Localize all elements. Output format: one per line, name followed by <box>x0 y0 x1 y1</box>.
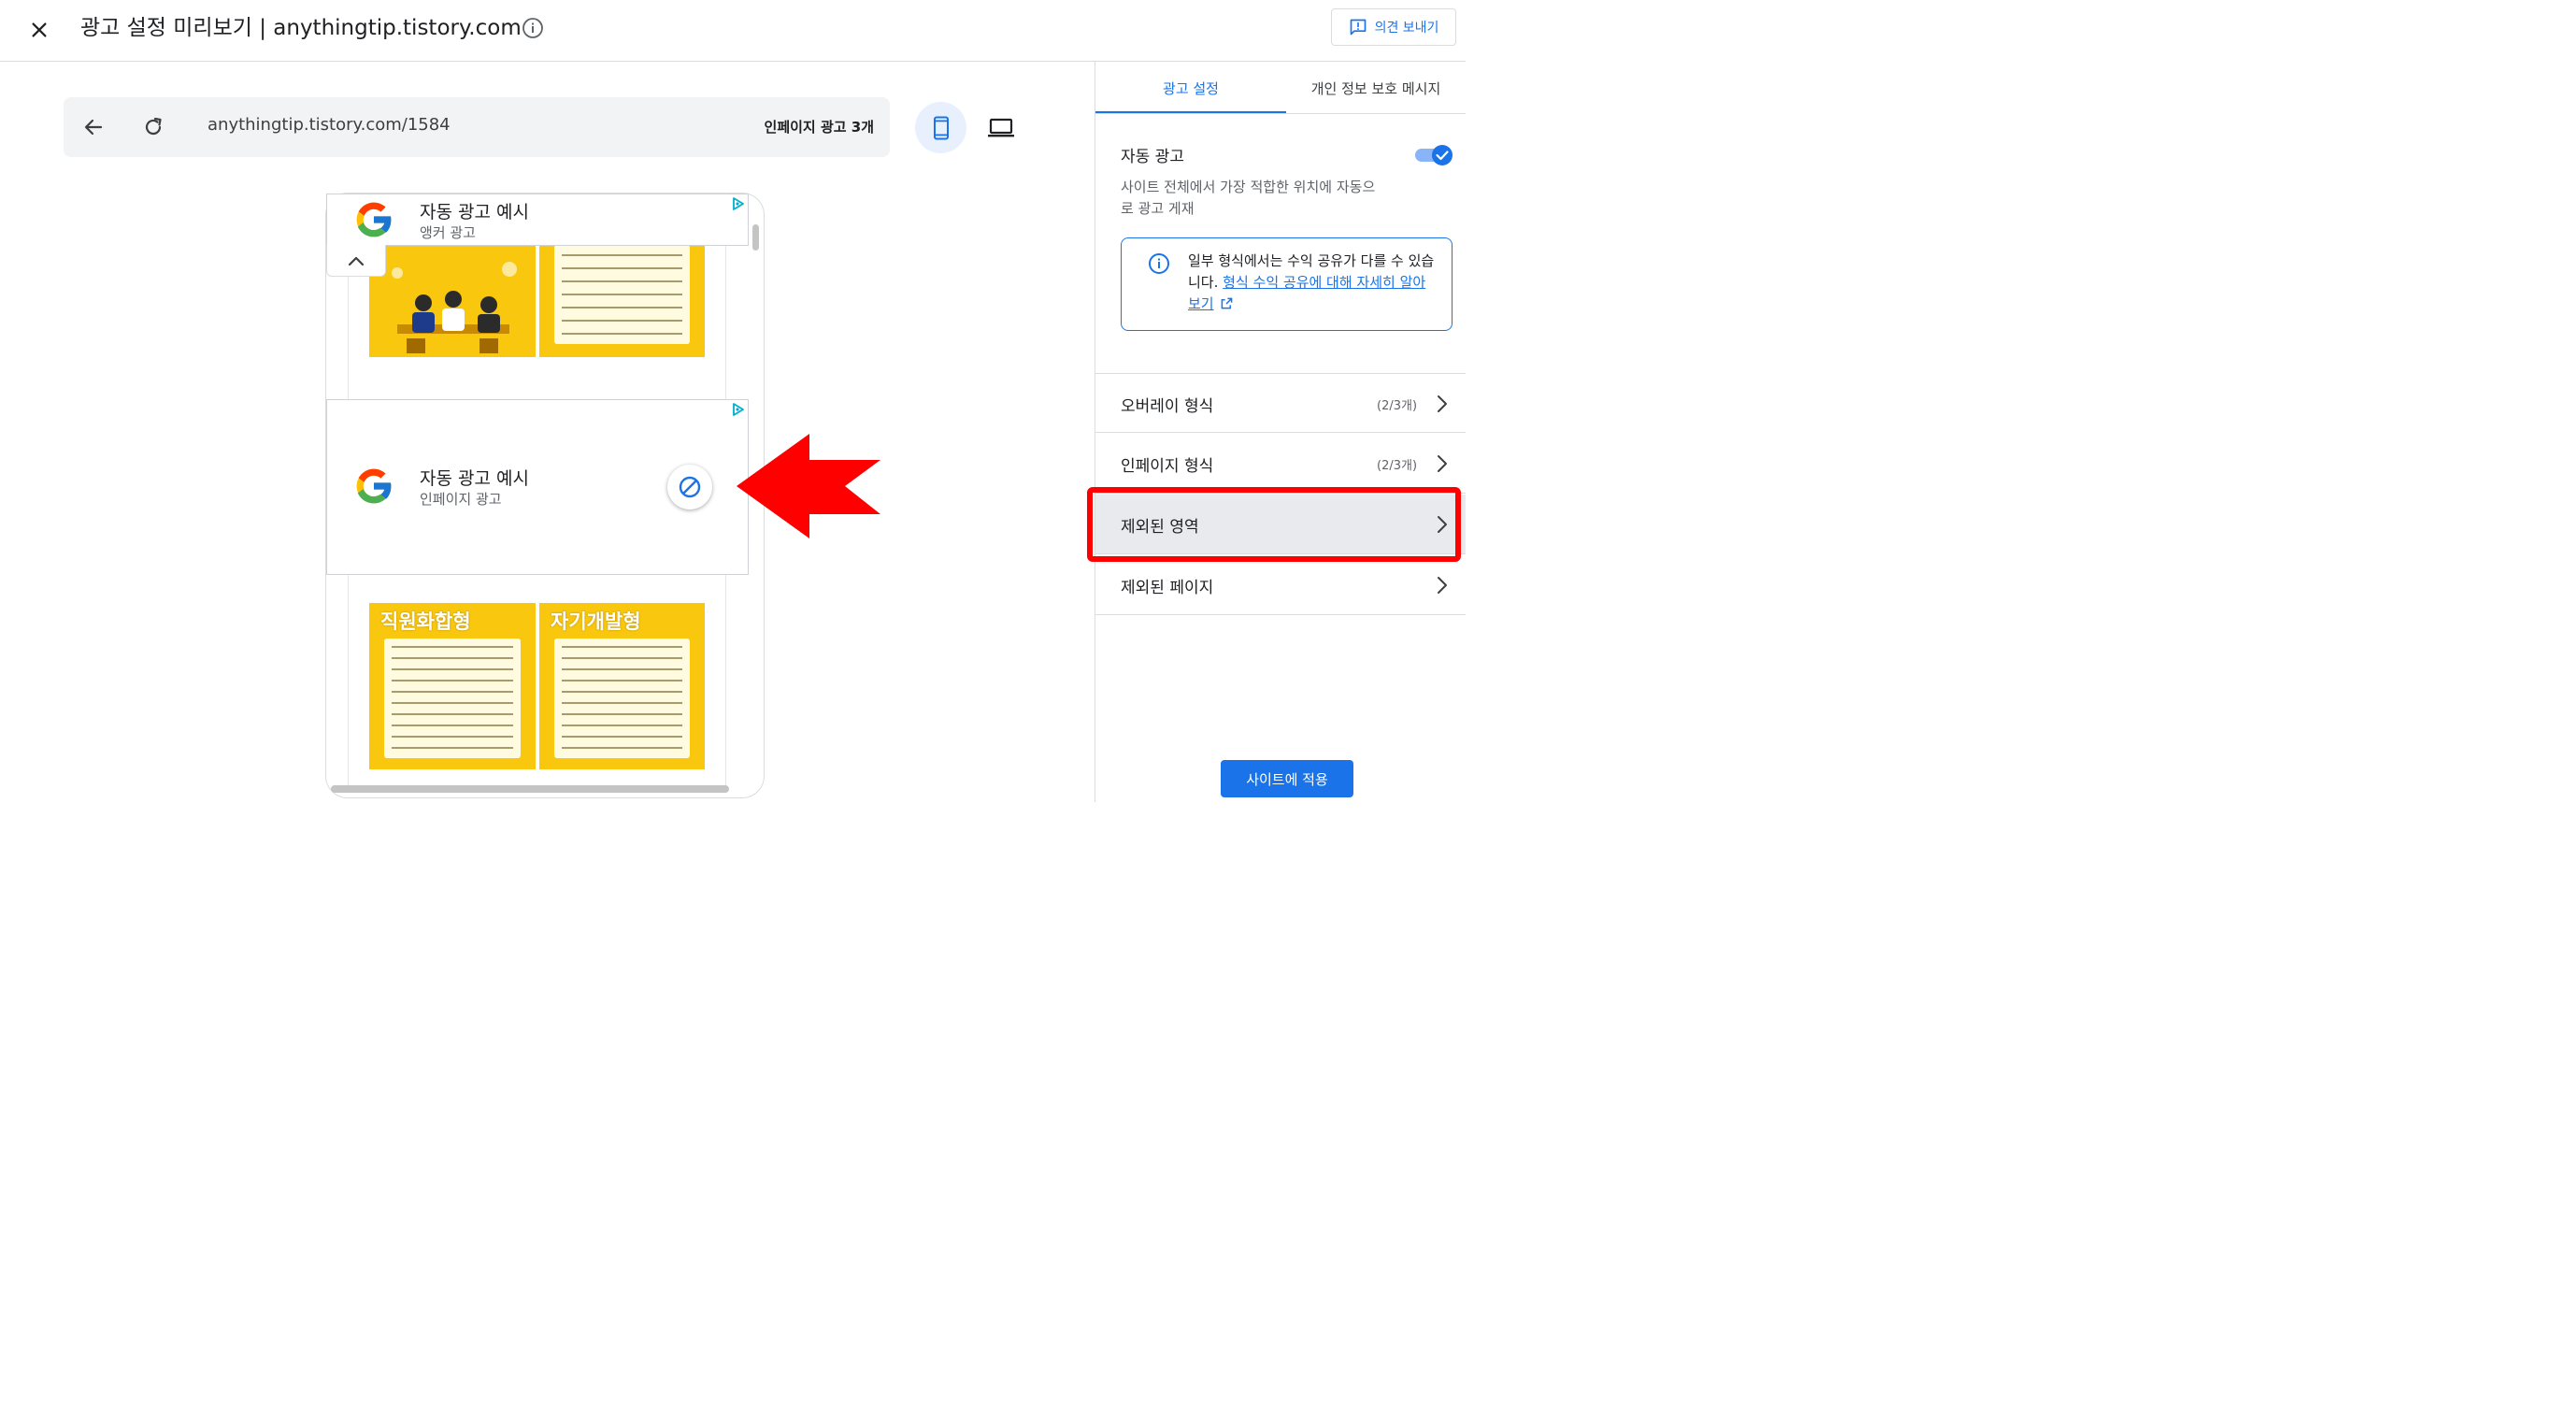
google-logo-icon <box>356 468 393 504</box>
chevron-right-icon <box>1438 395 1447 412</box>
adchoices-icon[interactable] <box>731 402 746 417</box>
overlay-formats-row[interactable]: 오버레이 형식 (2/3개) <box>1095 373 1466 433</box>
back-button[interactable] <box>79 112 108 142</box>
adchoices-icon[interactable] <box>731 196 746 211</box>
anchor-ad-title: 자동 광고 예시 <box>420 202 529 222</box>
excluded-pages-row[interactable]: 제외된 페이지 <box>1095 555 1466 615</box>
apply-to-site-button[interactable]: 사이트에 적용 <box>1221 760 1353 797</box>
reload-button[interactable] <box>138 112 168 142</box>
feedback-button[interactable]: 의견 보내기 <box>1331 8 1456 46</box>
article-image <box>369 245 536 357</box>
arrow-annotation-icon <box>737 434 880 538</box>
inpage-formats-row[interactable]: 인페이지 형식 (2/3개) <box>1095 434 1466 494</box>
row-count: (2/3개) <box>1377 459 1418 473</box>
inpage-ad-subtitle: 인페이지 광고 <box>420 491 502 508</box>
article-image: 직원화합형 <box>369 603 536 769</box>
article-image <box>539 245 705 357</box>
vertical-scrollbar[interactable] <box>752 224 759 251</box>
inpage-ad-count: 인페이지 광고 3개 <box>764 119 874 136</box>
remove-ad-button[interactable] <box>667 465 712 509</box>
preview-url: anythingtip.tistory.com/1584 <box>208 115 451 135</box>
smartphone-icon <box>933 116 949 139</box>
tab-privacy-messages[interactable]: 개인 정보 보호 메시지 <box>1286 62 1466 114</box>
close-icon <box>32 22 47 37</box>
auto-ads-toggle[interactable] <box>1414 143 1453 167</box>
open-in-new-icon[interactable] <box>1221 297 1233 309</box>
block-icon <box>679 476 701 498</box>
thumbnail-title: 직원화합형 <box>380 610 471 633</box>
arrow-back-icon <box>84 119 103 136</box>
laptop-icon <box>987 118 1014 136</box>
info-icon <box>1149 253 1169 274</box>
feedback-label: 의견 보내기 <box>1374 21 1439 36</box>
row-count: (2/3개) <box>1377 399 1418 413</box>
feedback-icon <box>1350 19 1366 36</box>
google-logo-icon <box>356 202 393 237</box>
auto-ads-description: 사이트 전체에서 가장 적합한 위치에 자동으로 광고 게재 <box>1121 179 1376 217</box>
info-icon[interactable] <box>522 17 544 39</box>
tabs-divider <box>1095 113 1466 114</box>
chevron-right-icon <box>1438 577 1447 594</box>
collapse-anchor-button[interactable] <box>326 245 386 277</box>
tab-ad-settings[interactable]: 광고 설정 <box>1095 62 1286 114</box>
inpage-ad-title: 자동 광고 예시 <box>420 468 529 489</box>
thumbnail-title: 자기개발형 <box>551 610 641 633</box>
chevron-right-icon <box>1438 455 1447 472</box>
notice-text: 일부 형식에서는 수익 공유가 다를 수 있습니다. 형식 수익 공유에 대해 … <box>1188 251 1435 315</box>
auto-ads-label: 자동 광고 <box>1121 148 1184 166</box>
horizontal-scrollbar[interactable] <box>331 785 729 793</box>
page-title: 광고 설정 미리보기 | anythingtip.tistory.com <box>80 16 522 40</box>
chevron-up-icon <box>348 256 365 265</box>
row-label: 제외된 페이지 <box>1121 579 1214 597</box>
highlight-annotation <box>1087 487 1461 562</box>
mobile-view-button[interactable] <box>915 102 966 153</box>
refresh-icon <box>145 117 162 136</box>
anchor-ad-subtitle: 앵커 광고 <box>420 224 476 241</box>
people-illustration <box>392 262 517 353</box>
close-button[interactable] <box>21 11 58 49</box>
row-label: 오버레이 형식 <box>1121 397 1214 416</box>
row-label: 인페이지 형식 <box>1121 457 1214 476</box>
article-image: 자기개발형 <box>539 603 705 769</box>
desktop-view-button[interactable] <box>975 102 1026 153</box>
